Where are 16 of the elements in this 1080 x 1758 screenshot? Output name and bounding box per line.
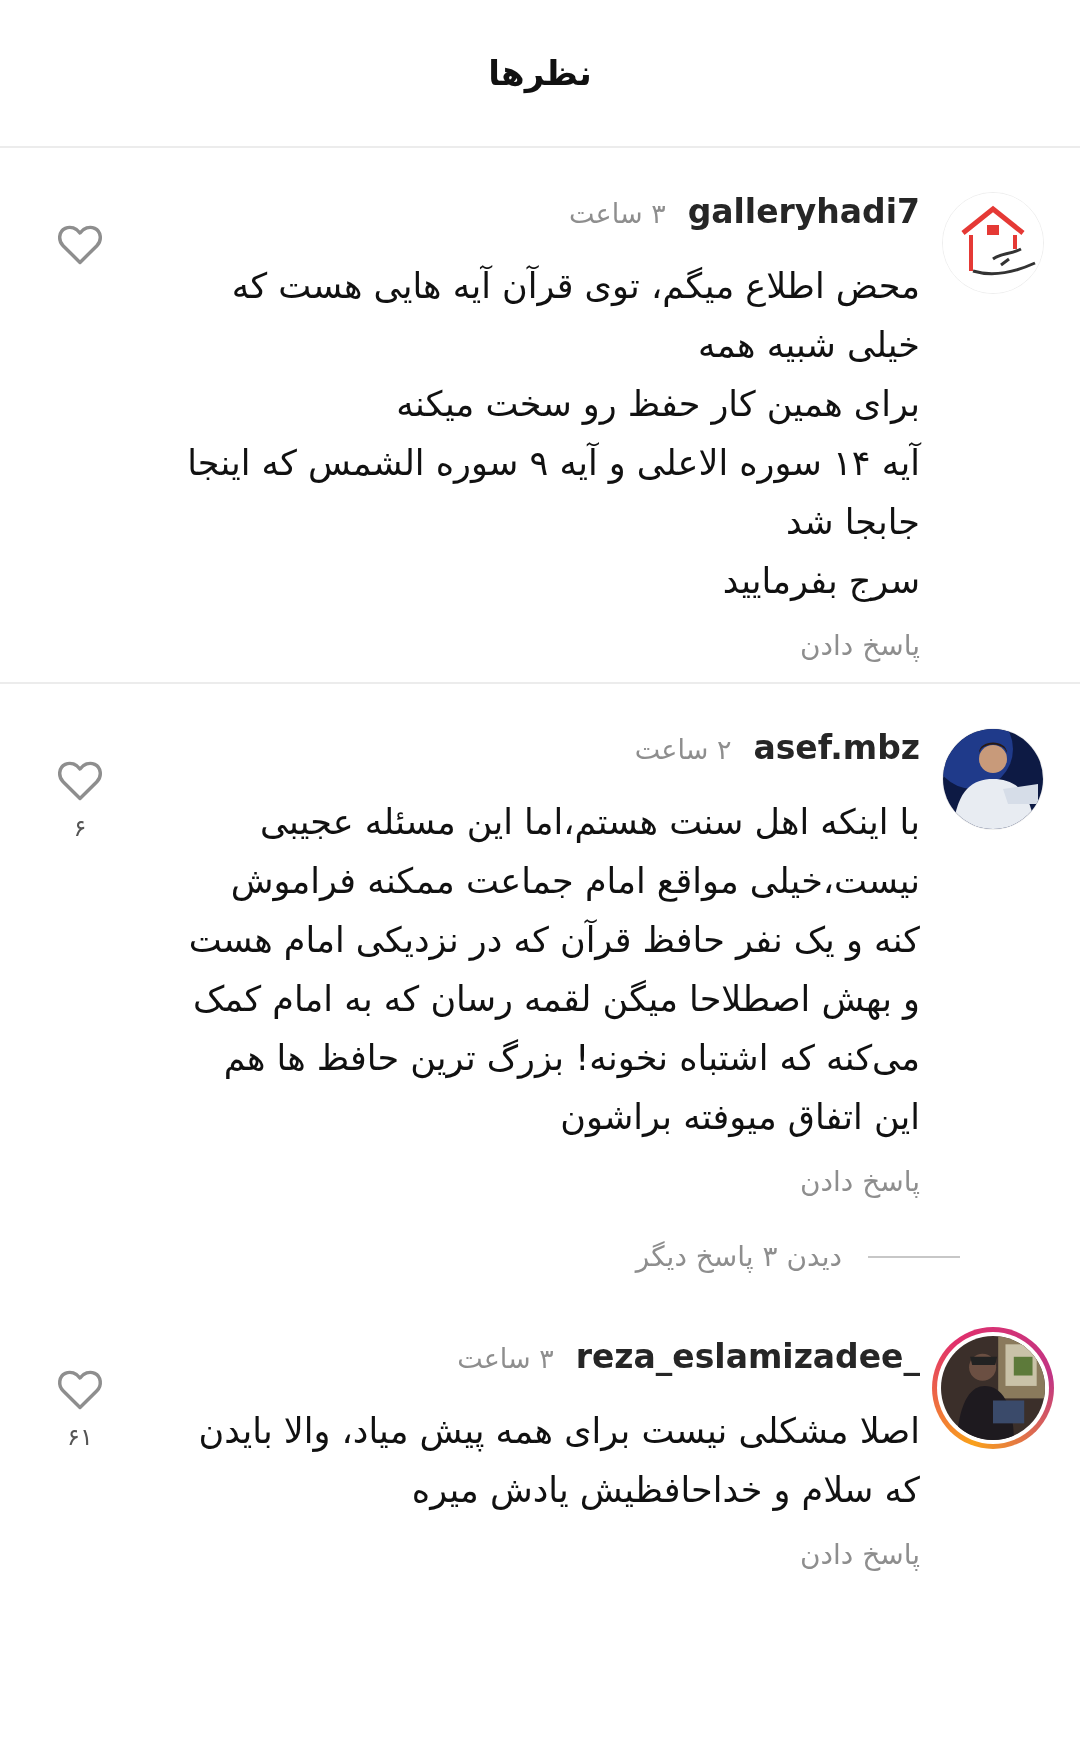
view-replies-link[interactable]: دیدن ۳ پاسخ دیگر bbox=[635, 1240, 842, 1273]
like-count: ۶۱ bbox=[67, 1423, 93, 1451]
reply-link[interactable]: پاسخ دادن bbox=[799, 629, 920, 662]
reply-link[interactable]: پاسخ دادن bbox=[799, 1165, 920, 1198]
comment-time: ۳ ساعت bbox=[569, 198, 666, 229]
comment-text: با اینکه اهل سنت هستم،اما این مسئله عجیبی نیست،خیلی مواقع امام جماعت ممکنه فراموش کنه و یک نفر حافظ قرآن که در نزدیکی امام هست و بهش اصطلاحا میگن لقمه رسان که به امام کمک می‌کنه که اشتباه نخونه! بزرگ ترین حافظ ها هم این اتفاق میوفته براشون bbox=[187, 801, 920, 1140]
comment-text: محض اطلاع میگم، توی قرآن آیه هایی هست که خیلی شبیه همه برای همین کار حفظ رو سخت میکنه آیه ۱۴ سوره الاعلی و آیه ۹ سوره الشمس که اینجا جابجا شد سرج بفرمایید bbox=[186, 264, 920, 604]
comment-time: ۳ ساعت bbox=[457, 1343, 554, 1374]
comment-text: اصلا مشکلی نیست برای همه پیش میاد، والا بایدن که سلام و خداحافظیش یادش میره bbox=[197, 1410, 920, 1513]
reply-link[interactable]: پاسخ دادن bbox=[799, 1538, 920, 1571]
username[interactable]: galleryhadi7 bbox=[687, 192, 920, 231]
username[interactable]: _reza_eslamizadee bbox=[575, 1337, 920, 1376]
username[interactable]: asef.mbz bbox=[753, 728, 920, 767]
like-count: ۶ bbox=[73, 814, 87, 842]
comment-time: ۲ ساعت bbox=[634, 734, 732, 765]
page-title: نظرها bbox=[488, 53, 592, 93]
